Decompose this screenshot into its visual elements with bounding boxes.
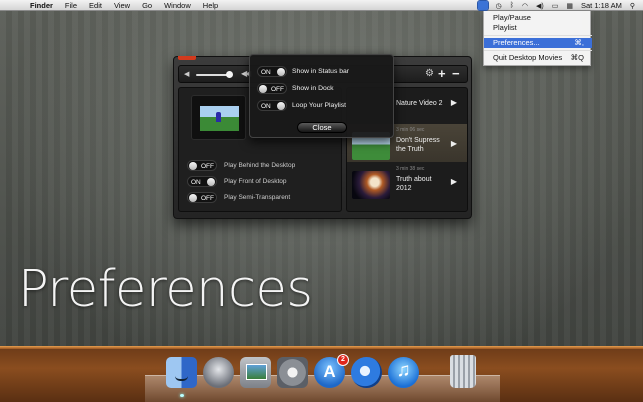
now-playing-thumbnail xyxy=(191,95,246,140)
toggle-knob xyxy=(189,161,197,170)
menu-item-playlist[interactable]: Playlist xyxy=(484,23,592,33)
pref-show-in-dock: OFF Show in Dock xyxy=(257,82,334,94)
menu-bar: Finder File Edit View Go Window Help ◷ ᛒ… xyxy=(0,0,643,11)
toggle-switch[interactable]: ON xyxy=(187,175,217,187)
menu-go[interactable]: Go xyxy=(142,1,152,10)
finder-dock-icon[interactable] xyxy=(166,357,197,388)
flag-icon[interactable]: ▦ xyxy=(566,2,573,10)
toggle-knob xyxy=(277,101,285,110)
option-play-behind: OFF Play Behind the Desktop xyxy=(187,159,295,171)
preferences-popover: ON Show in Status bar OFF Show in Dock O… xyxy=(249,54,394,138)
volume-slider-knob[interactable] xyxy=(226,71,233,78)
bluetooth-icon[interactable]: ᛒ xyxy=(510,2,514,9)
page-title: Preferences xyxy=(18,260,313,319)
toggle-switch[interactable]: OFF xyxy=(257,82,287,94)
toggle-switch[interactable]: ON xyxy=(257,65,287,77)
toggle-knob xyxy=(189,193,197,202)
playlist-item-thumbnail xyxy=(352,171,390,199)
volume-icon[interactable]: ◀) xyxy=(536,2,544,10)
playlist-item-title: Don't Supress the Truth xyxy=(396,137,440,153)
desktop-movies-status-icon[interactable] xyxy=(476,0,489,11)
menu-item-quit[interactable]: Quit Desktop Movies ⌘Q xyxy=(484,53,592,63)
toggle-switch[interactable]: OFF xyxy=(187,159,217,171)
status-area: ◷ ᛒ ◠ ◀) ▭ ▦ Sat 1:18 AM ⚲ xyxy=(476,0,635,11)
option-semi-transparent: OFF Play Semi-Transparent xyxy=(187,191,290,203)
running-indicator xyxy=(180,394,184,397)
menu-view[interactable]: View xyxy=(114,1,130,10)
pref-show-status-bar: ON Show in Status bar xyxy=(257,65,349,77)
close-button[interactable]: Close xyxy=(297,122,347,133)
menu-edit[interactable]: Edit xyxy=(89,1,102,10)
add-video-button[interactable]: + xyxy=(438,66,446,81)
remove-video-button[interactable]: − xyxy=(452,66,460,81)
time-machine-icon[interactable]: ◷ xyxy=(496,2,502,10)
playlist-item-title: Nature Video 2 xyxy=(396,100,443,107)
toggle-switch[interactable]: ON xyxy=(257,99,287,111)
itunes-dock-icon[interactable] xyxy=(388,357,419,388)
shortcut-label: ⌘, xyxy=(574,38,584,47)
menu-clock[interactable]: Sat 1:18 AM xyxy=(581,1,622,10)
menu-item-preferences[interactable]: Preferences... ⌘, xyxy=(484,38,592,48)
toggle-knob xyxy=(277,67,285,76)
menu-separator xyxy=(484,50,592,51)
window-close-tab[interactable] xyxy=(178,56,196,60)
menu-separator xyxy=(484,35,592,36)
menu-app-name[interactable]: Finder xyxy=(30,1,53,10)
volume-slider[interactable] xyxy=(196,74,230,76)
shortcut-label: ⌘Q xyxy=(570,53,584,62)
spotlight-search-icon[interactable]: ⚲ xyxy=(630,2,635,10)
trash-dock-icon[interactable] xyxy=(450,355,476,388)
menu-help[interactable]: Help xyxy=(203,1,218,10)
menu-window[interactable]: Window xyxy=(164,1,191,10)
system-preferences-dock-icon[interactable] xyxy=(277,357,308,388)
quicktime-dock-icon[interactable] xyxy=(351,357,382,388)
playlist-item-duration: 3 min 38 sec xyxy=(396,166,425,172)
toggle-knob xyxy=(207,177,215,186)
launchpad-dock-icon[interactable] xyxy=(203,357,234,388)
wifi-icon[interactable]: ◠ xyxy=(522,2,528,10)
playlist-item-title: Truth about 2012 xyxy=(396,176,432,192)
playlist-item[interactable]: 3 min 38 sec Truth about 2012 ▶ xyxy=(347,163,467,201)
app-store-badge: 2 xyxy=(337,354,349,366)
playlist-item-duration: 3 min 06 sec xyxy=(396,127,425,133)
option-play-front: ON Play Front of Desktop xyxy=(187,175,287,187)
menu-file[interactable]: File xyxy=(65,1,77,10)
gear-icon[interactable]: ⚙ xyxy=(425,68,434,79)
menu-item-play-pause[interactable]: Play/Pause xyxy=(484,13,592,23)
toggle-switch[interactable]: OFF xyxy=(187,191,217,203)
battery-icon[interactable]: ▭ xyxy=(552,2,559,10)
status-menu-dropdown: Play/Pause Playlist Preferences... ⌘, Qui… xyxy=(483,11,592,66)
toggle-knob xyxy=(259,84,267,93)
volume-low-icon: ◀ xyxy=(184,71,190,78)
play-icon[interactable]: ▶ xyxy=(451,139,457,148)
video-thumbnail xyxy=(200,106,239,131)
preview-dock-icon[interactable] xyxy=(240,357,271,388)
pref-loop-playlist: ON Loop Your Playlist xyxy=(257,99,346,111)
play-icon[interactable]: ▶ xyxy=(451,98,457,107)
play-icon[interactable]: ▶ xyxy=(451,177,457,186)
